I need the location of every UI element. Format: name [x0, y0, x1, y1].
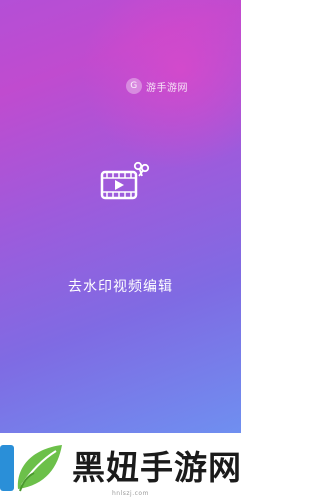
top-watermark: G 游手游网: [126, 78, 188, 94]
app-title: 去水印视频编辑: [68, 279, 173, 295]
watermark-logo-icon: G: [126, 78, 142, 94]
banner-url: hnlszj.com: [112, 490, 149, 497]
splash-screen: G 游手游网 去水印视频编辑: [0, 0, 241, 433]
banner-title: 黑妞手游网: [72, 448, 242, 487]
video-scissors-icon: [100, 161, 150, 200]
watermark-text: 游手游网: [146, 82, 188, 94]
green-leaf-logo-icon: [0, 445, 62, 492]
watermark-banner: 黑妞手游网 hnlszj.com: [0, 433, 241, 500]
